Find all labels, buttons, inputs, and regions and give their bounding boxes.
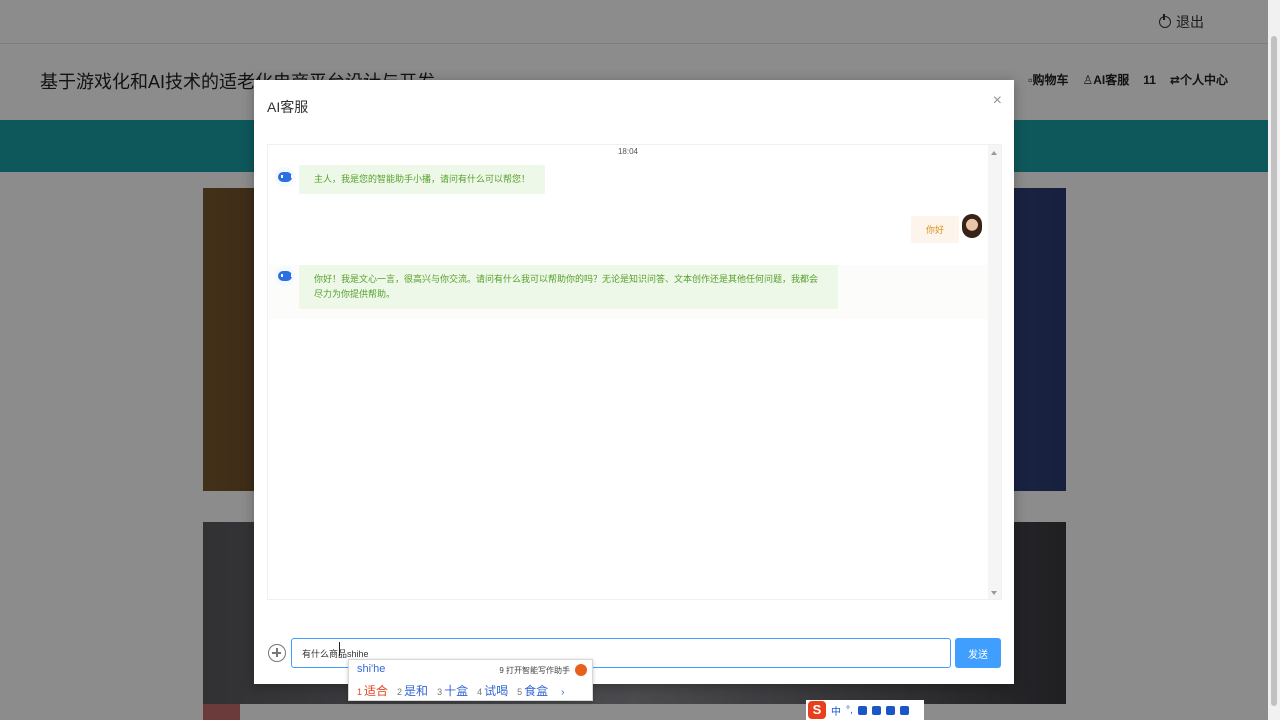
ime-candidate-window: shi'he 9 打开智能写作助手 1 适合 2 是和 3 十盒 4 试喝 5 食盒 › <box>348 659 593 701</box>
scroll-up-icon[interactable] <box>991 151 997 155</box>
ime-next-page-icon[interactable]: › <box>561 687 564 698</box>
chat-scrollbar[interactable] <box>988 145 1001 599</box>
sogou-logo-icon[interactable]: S <box>808 701 826 719</box>
ime-punctuation-toggle[interactable]: °, <box>846 705 853 716</box>
page-scrollbar[interactable] <box>1268 0 1280 720</box>
page-scrollbar-thumb[interactable] <box>1271 36 1277 706</box>
skin-icon[interactable] <box>885 705 895 715</box>
text-cursor-icon <box>339 642 341 656</box>
chat-timestamp: 18:04 <box>617 147 639 156</box>
ime-toolbar: S 中 °, <box>806 700 924 720</box>
close-icon[interactable]: × <box>993 92 1002 110</box>
send-button[interactable]: 发送 <box>955 638 1001 668</box>
ime-candidate[interactable]: 2 是和 <box>397 682 428 699</box>
ime-candidates: 1 适合 2 是和 3 十盒 4 试喝 5 食盒 › <box>357 682 565 699</box>
ime-composition: shi'he <box>357 663 386 675</box>
bot-avatar-icon <box>275 266 295 286</box>
bot-avatar-icon <box>275 167 295 187</box>
ime-logo-icon <box>575 664 587 676</box>
ime-writing-assistant[interactable]: 9 打开智能写作助手 <box>499 665 570 676</box>
ime-candidate[interactable]: 3 十盒 <box>437 682 468 699</box>
user-avatar <box>962 214 982 238</box>
ime-candidate[interactable]: 5 食盒 <box>517 682 548 699</box>
scroll-down-icon[interactable] <box>991 591 997 595</box>
chat-message-bot: 主人，我是您的智能助手小播，请问有什么可以帮您！ <box>299 165 546 194</box>
chat-history: 18:04 主人，我是您的智能助手小播，请问有什么可以帮您！ 你好 你好！我是文… <box>267 144 1002 600</box>
ime-language-toggle[interactable]: 中 <box>831 703 841 718</box>
ai-service-dialog: AI客服 × 18:04 主人，我是您的智能助手小播，请问有什么可以帮您！ 你好… <box>254 80 1014 684</box>
dialog-title: AI客服 <box>267 99 309 115</box>
add-attachment-icon[interactable] <box>268 644 286 662</box>
keyboard-icon[interactable] <box>871 705 881 715</box>
ime-candidate[interactable]: 4 试喝 <box>477 682 508 699</box>
ime-candidate[interactable]: 1 适合 <box>357 682 388 699</box>
chat-message-user: 你好 <box>911 216 960 243</box>
microphone-icon[interactable] <box>857 705 867 715</box>
chat-message-bot: 你好！我是文心一言，很高兴与你交流。请问有什么我可以帮助你的吗？无论是知识问答、… <box>299 265 838 309</box>
toolbox-icon[interactable] <box>899 705 909 715</box>
